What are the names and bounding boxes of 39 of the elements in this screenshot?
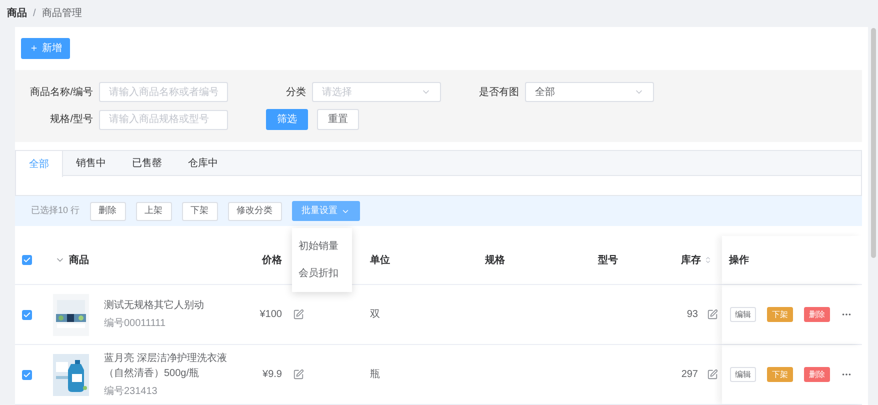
price: ¥9.9 [262, 368, 282, 382]
menu-item[interactable]: 会员折扣 [292, 260, 352, 287]
breadcrumb-item: 商品管理 [42, 6, 82, 21]
column-header: 操作 [729, 254, 749, 268]
column-header: 商品 [69, 253, 89, 268]
selection-count: 已选择10 行 [31, 204, 80, 218]
product-code: 编号00011111 [104, 316, 167, 331]
product-name: 测试无规格其它人别动 [104, 298, 205, 313]
tab[interactable]: 已售罄 [119, 151, 175, 176]
menu-item[interactable]: 初始销量 [292, 233, 352, 260]
input-field[interactable]: 请输入商品规格或型号 [99, 110, 228, 130]
batch-button[interactable]: 上架 [136, 202, 172, 220]
column-header: 库存 [681, 253, 701, 268]
breadcrumb-item[interactable]: 商品 [7, 6, 27, 21]
filter-label: 规格/型号 [49, 112, 93, 127]
unit: 瓶 [370, 369, 380, 380]
price: ¥100 [258, 308, 282, 322]
filter-label: 分类 [285, 86, 306, 100]
reset-button[interactable]: 重置 [317, 109, 359, 130]
filter-label: 是否有图 [478, 86, 519, 100]
select-field[interactable]: 全部 [525, 82, 654, 102]
column-header: 型号 [598, 254, 618, 268]
unit: 双 [370, 309, 380, 320]
batch-button[interactable]: 删除 [90, 202, 126, 220]
tab[interactable]: 仓库中 [175, 151, 231, 176]
column-header: 规格 [485, 254, 505, 268]
batch-button[interactable]: 下架 [182, 202, 218, 220]
edit-button[interactable]: 编辑 [730, 367, 756, 382]
product-code: 编号231413 [104, 384, 158, 398]
edit-button[interactable]: 编辑 [730, 307, 756, 322]
product-name: 蓝月亮 深层洁净护理洗衣液（自然清香）500g/瓶 [104, 352, 228, 380]
stock: 297 [681, 368, 698, 382]
column-header: 价格 [262, 254, 282, 268]
filter-label: 商品名称/编号 [29, 86, 93, 100]
batch-button[interactable]: 修改分类 [228, 202, 282, 220]
tab[interactable]: 销售中 [63, 151, 119, 176]
column-header: 单位 [370, 254, 390, 268]
stock: 93 [686, 308, 698, 322]
breadcrumb-separator: / [33, 7, 36, 21]
